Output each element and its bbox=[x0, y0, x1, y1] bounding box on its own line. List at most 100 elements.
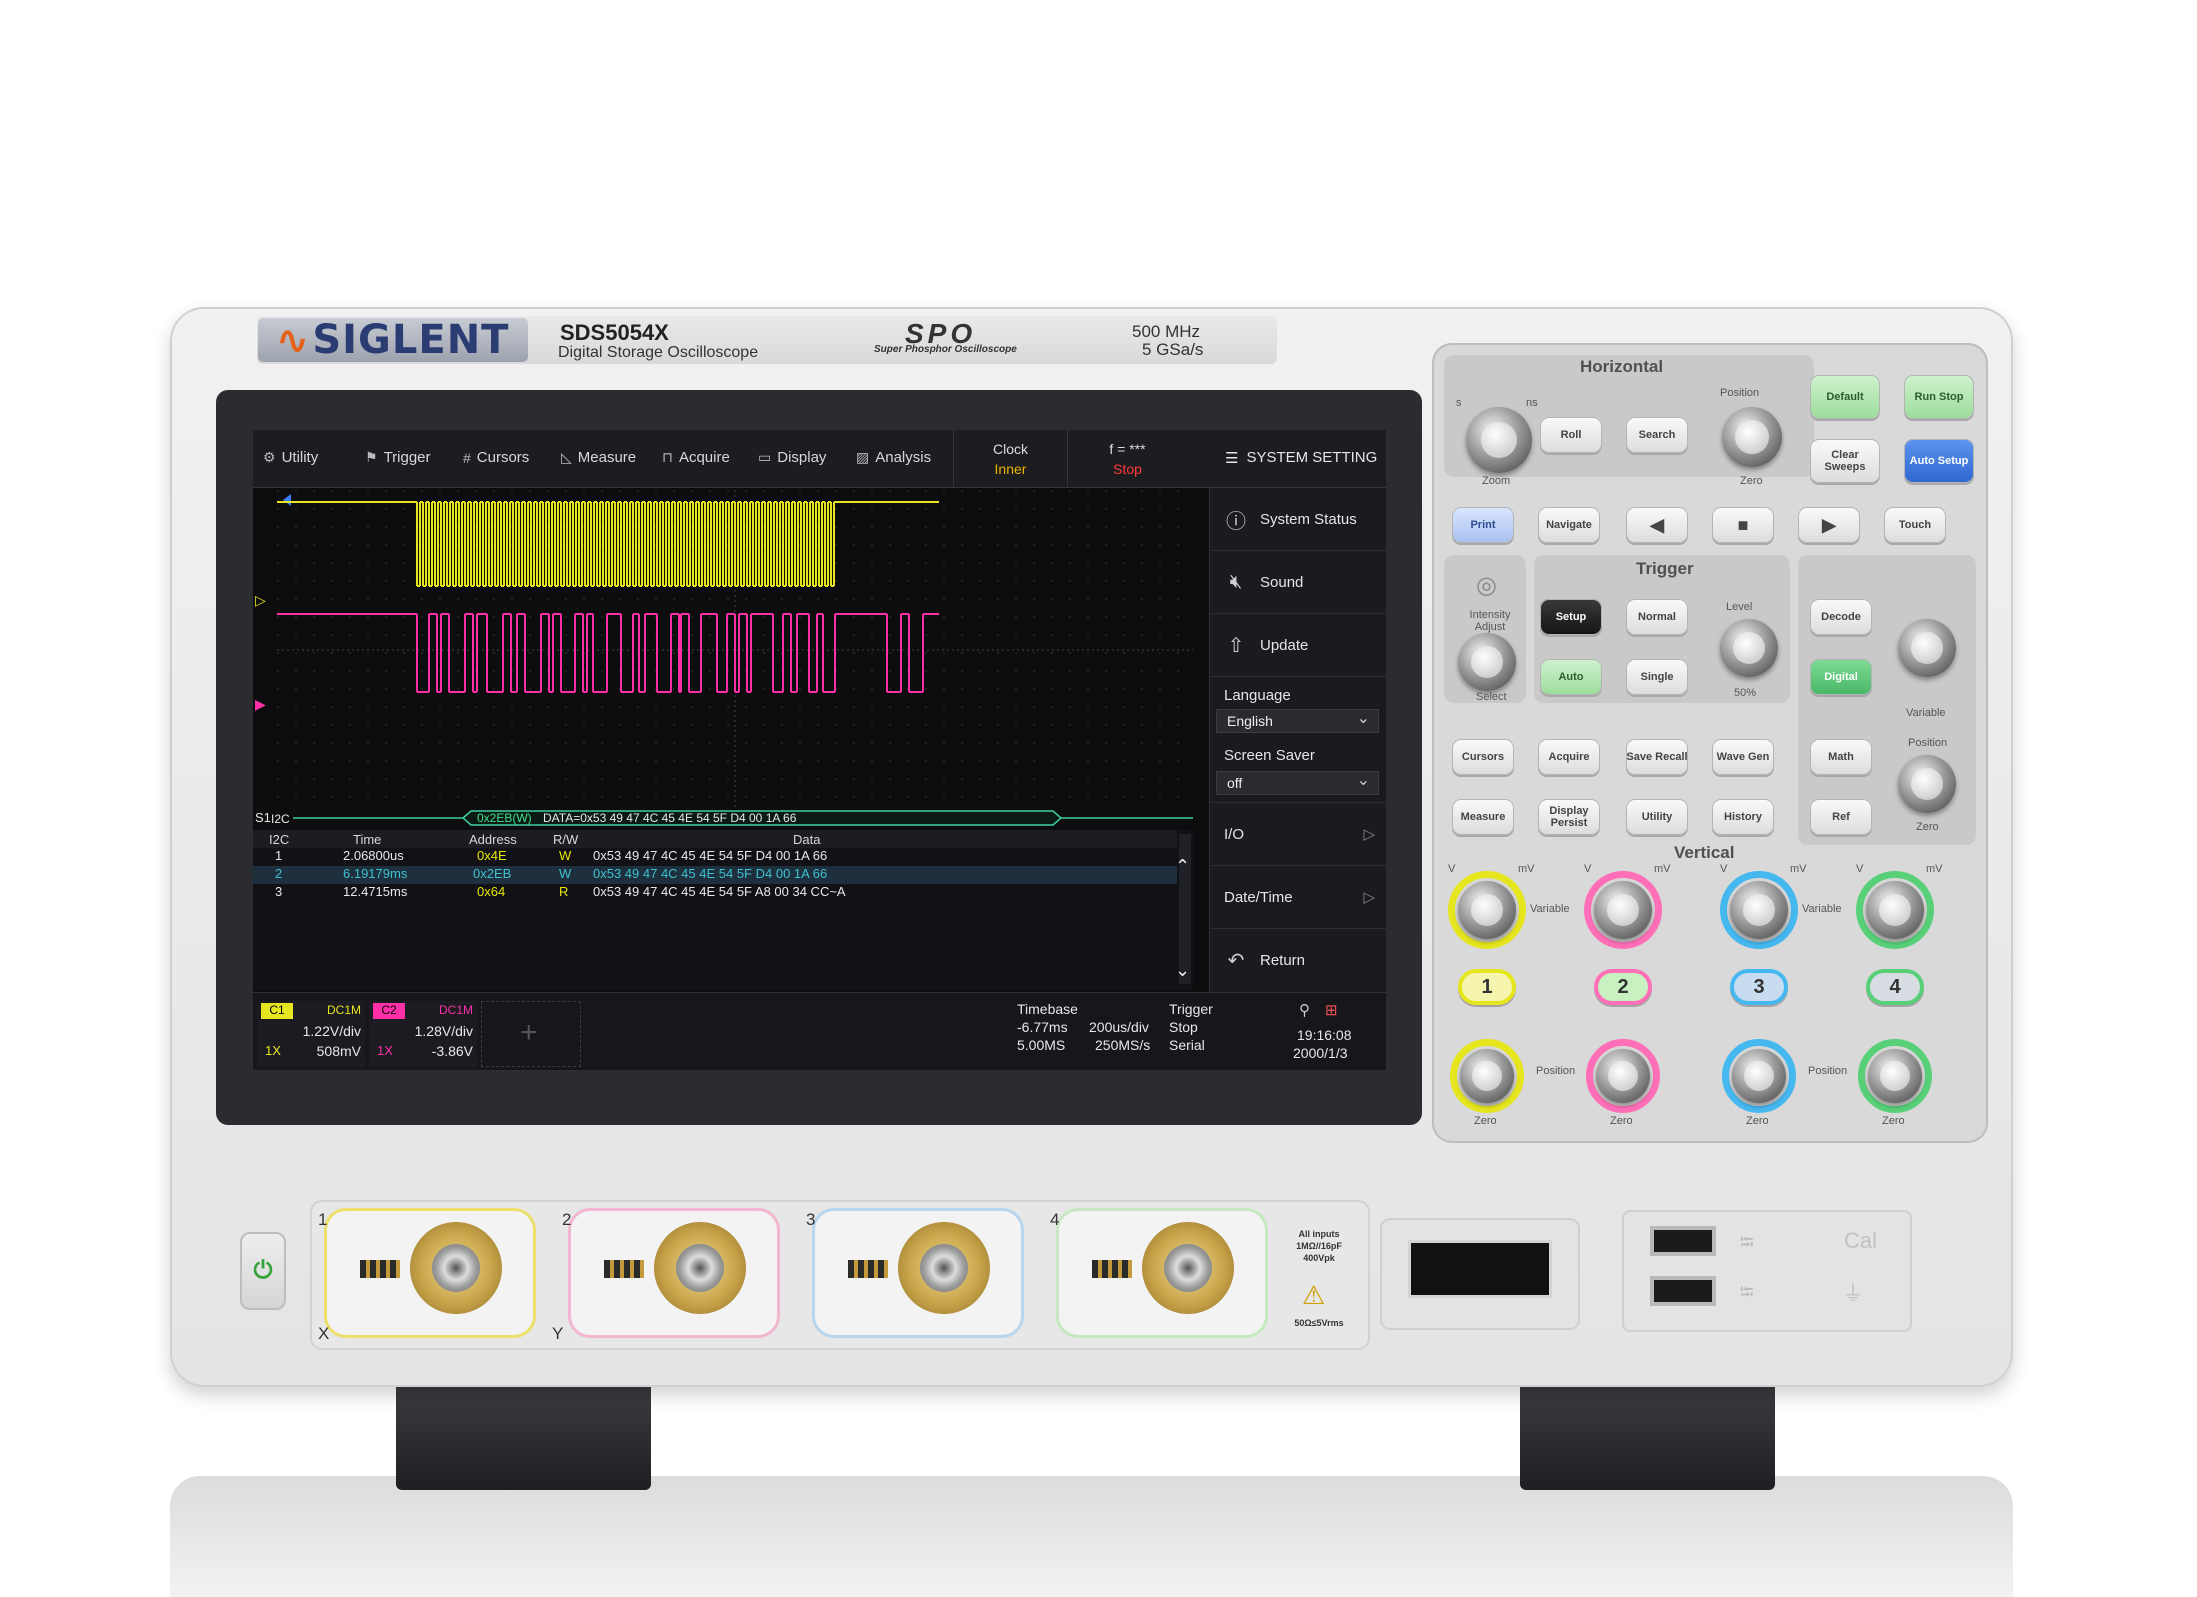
trigger-single-button[interactable]: Single bbox=[1626, 659, 1688, 695]
volts-label: V bbox=[1720, 863, 1728, 875]
scroll-down-icon[interactable]: ⌄ bbox=[1175, 960, 1190, 981]
trigger-info[interactable]: Trigger Stop Serial bbox=[1165, 1001, 1285, 1067]
menu-trigger[interactable]: ⚑ Trigger bbox=[365, 449, 431, 466]
usb-port-1[interactable] bbox=[1650, 1226, 1716, 1256]
add-channel-button[interactable]: + bbox=[481, 1001, 581, 1067]
power-button[interactable]: ⏻ bbox=[240, 1232, 286, 1310]
update-button[interactable]: ⇧ Update bbox=[1210, 614, 1386, 677]
menu-cursors[interactable]: # Cursors bbox=[463, 449, 529, 466]
input-rating: All inputs 1MΩ//16pF 400Vpk bbox=[1296, 1229, 1342, 1263]
menu-icon: ☰ bbox=[1225, 450, 1239, 467]
ch2-info[interactable]: C2 DC1M 1.28V/div 1X -3.86V bbox=[369, 1001, 477, 1067]
bnc-label-3: 3 bbox=[806, 1210, 816, 1229]
vertical-position-knob-3[interactable] bbox=[1732, 1049, 1786, 1103]
variable-knob[interactable] bbox=[1898, 619, 1956, 677]
vrms-rating: 50Ω≤5Vrms bbox=[1294, 1318, 1344, 1328]
vertical-scale-knob-3[interactable] bbox=[1730, 881, 1788, 939]
trigger-setup-button[interactable]: Setup bbox=[1540, 599, 1602, 635]
search-button[interactable]: Search bbox=[1626, 417, 1688, 453]
bnc-center-pin bbox=[1164, 1244, 1212, 1292]
stop-icon: ■ bbox=[1737, 515, 1749, 535]
decode-table[interactable]: I2C Time Address R/W Data 1 2.06800us 0x… bbox=[253, 830, 1193, 990]
system-setting-menu: ⓘ System Status 🔇︎ Sound ⇧ Update Language … bbox=[1209, 488, 1386, 992]
run-state[interactable]: f = *** Stop bbox=[1067, 430, 1187, 488]
bnc-center-pin bbox=[920, 1244, 968, 1292]
utility-button[interactable]: Utility bbox=[1626, 799, 1688, 835]
play-back-icon: ◀ bbox=[1650, 515, 1664, 535]
intensity-knob[interactable] bbox=[1458, 633, 1516, 691]
display-screen: ⚙ Utility ⚑ Trigger # Cursors ◺ Measure ⊓ Acq… bbox=[253, 430, 1386, 1070]
navigate-forward-button[interactable]: ▶ bbox=[1798, 507, 1860, 543]
millivolts-label: mV bbox=[1518, 863, 1535, 875]
return-button[interactable]: ↶ Return bbox=[1210, 929, 1386, 992]
touch-button[interactable]: Touch bbox=[1884, 507, 1946, 543]
digital-button[interactable]: Digital bbox=[1810, 659, 1872, 695]
vertical-position-knob-2[interactable] bbox=[1596, 1049, 1650, 1103]
date-time-button[interactable]: Date/Time ▷ bbox=[1210, 866, 1386, 929]
model-name: SDS5054X bbox=[560, 320, 669, 345]
clear-sweeps-button[interactable]: Clear Sweeps bbox=[1810, 439, 1880, 483]
vertical-position-knob-4[interactable] bbox=[1868, 1049, 1922, 1103]
waveform-grid[interactable]: ▷ ▶ bbox=[255, 490, 1193, 820]
screen-saver-select[interactable]: off bbox=[1216, 770, 1379, 795]
cursors-button[interactable]: Cursors bbox=[1452, 739, 1514, 775]
default-button[interactable]: Default bbox=[1810, 375, 1880, 419]
math-position-knob[interactable] bbox=[1898, 755, 1956, 813]
siglent-logo: ∿ SIGLENT bbox=[258, 317, 528, 363]
math-button[interactable]: Math bbox=[1810, 739, 1872, 775]
menu-measure[interactable]: ◺ Measure bbox=[561, 449, 636, 466]
wave-gen-button[interactable]: Wave Gen bbox=[1712, 739, 1774, 775]
channel-1-button[interactable]: 1 bbox=[1458, 969, 1516, 1005]
channel-4-button[interactable]: 4 bbox=[1866, 969, 1924, 1005]
decode-bus[interactable]: S1 I2C 0x2EB(W) DATA=0x53 49 47 4C 45 4E… bbox=[253, 808, 1193, 828]
vertical-scale-knob-2[interactable] bbox=[1594, 881, 1652, 939]
trigger-level-knob[interactable] bbox=[1720, 619, 1778, 677]
channel-2-button[interactable]: 2 bbox=[1594, 969, 1652, 1005]
menu-analysis[interactable]: ▨ Analysis bbox=[856, 449, 931, 466]
intensity-icon: ◎ bbox=[1476, 572, 1497, 599]
system-status-button[interactable]: ⓘ System Status bbox=[1210, 488, 1386, 551]
scroll-up-icon[interactable]: ⌃ bbox=[1175, 856, 1190, 877]
channel-3-button[interactable]: 3 bbox=[1730, 969, 1788, 1005]
decode-address: 0x2EB(W) bbox=[477, 811, 532, 825]
probe-contact-strip bbox=[1092, 1260, 1132, 1278]
measure-button[interactable]: Measure bbox=[1452, 799, 1514, 835]
save-recall-button[interactable]: Save Recall bbox=[1626, 739, 1688, 775]
print-button[interactable]: Print bbox=[1452, 507, 1514, 543]
table-row[interactable]: 3 12.4715ms 0x64 R 0x53 49 47 4C 45 4E 5… bbox=[253, 884, 1177, 902]
timebase-info[interactable]: Timebase -6.77ms 200us/div 5.00MS 250MS/… bbox=[1013, 1001, 1163, 1067]
vertical-scale-knob-4[interactable] bbox=[1866, 881, 1924, 939]
horizontal-position-knob[interactable] bbox=[1722, 407, 1782, 467]
table-row-selected[interactable]: 2 6.19179ms 0x2EB W 0x53 49 47 4C 45 4E … bbox=[253, 866, 1177, 884]
io-button[interactable]: I/O ▷ bbox=[1210, 803, 1386, 866]
run-stop-button[interactable]: Run Stop bbox=[1904, 375, 1974, 419]
ref-button[interactable]: Ref bbox=[1810, 799, 1872, 835]
menu-display[interactable]: ▭ Display bbox=[758, 449, 826, 466]
vertical-scale-knob-1[interactable] bbox=[1458, 881, 1516, 939]
screen-saver-label: Screen Saver bbox=[1224, 747, 1315, 764]
decode-data: DATA=0x53 49 47 4C 45 4E 54 5F D4 00 1A … bbox=[543, 811, 797, 825]
navigate-button[interactable]: Navigate bbox=[1538, 507, 1600, 543]
navigate-back-button[interactable]: ◀ bbox=[1626, 507, 1688, 543]
acquire-button[interactable]: Acquire bbox=[1538, 739, 1600, 775]
trigger-auto-button[interactable]: Auto bbox=[1540, 659, 1602, 695]
decode-button[interactable]: Decode bbox=[1810, 599, 1872, 635]
roll-button[interactable]: Roll bbox=[1540, 417, 1602, 453]
language-select[interactable]: English bbox=[1216, 708, 1379, 733]
ch1-info[interactable]: C1 DC1M 1.22V/div 1X 508mV bbox=[257, 1001, 365, 1067]
auto-setup-button[interactable]: Auto Setup bbox=[1904, 439, 1974, 483]
display-persist-button[interactable]: Display Persist bbox=[1538, 799, 1600, 835]
usb-port-2[interactable] bbox=[1650, 1276, 1716, 1306]
timebase-knob[interactable] bbox=[1466, 407, 1532, 473]
vertical-position-knob-1[interactable] bbox=[1460, 1049, 1514, 1103]
menu-acquire[interactable]: ⊓ Acquire bbox=[662, 449, 730, 466]
acquire-icon: ⊓ bbox=[662, 449, 673, 465]
navigate-stop-button[interactable]: ■ bbox=[1712, 507, 1774, 543]
menu-utility[interactable]: ⚙ Utility bbox=[263, 449, 318, 466]
trigger-normal-button[interactable]: Normal bbox=[1626, 599, 1688, 635]
history-button[interactable]: History bbox=[1712, 799, 1774, 835]
power-icon: ⏻ bbox=[253, 1257, 273, 1284]
table-row[interactable]: 1 2.06800us 0x4E W 0x53 49 47 4C 45 4E 5… bbox=[253, 848, 1177, 866]
sound-button[interactable]: 🔇︎ Sound bbox=[1210, 551, 1386, 614]
clock-source[interactable]: Clock Inner bbox=[953, 430, 1067, 488]
